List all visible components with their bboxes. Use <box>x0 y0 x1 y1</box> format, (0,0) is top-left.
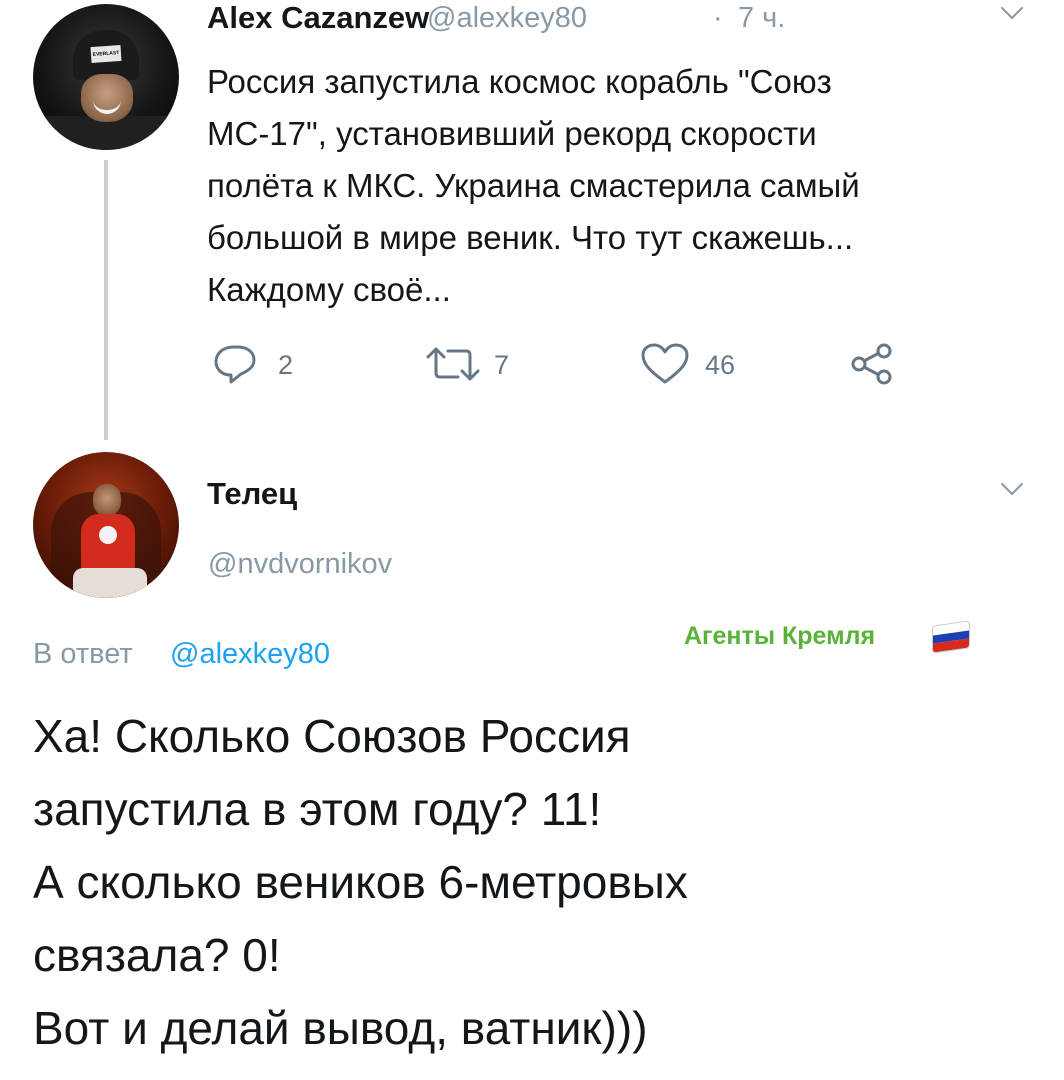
retweet-icon[interactable] <box>424 343 482 385</box>
tweet-text-line: большой в мире веник. Что тут скажешь... <box>207 219 854 256</box>
chevron-down-icon[interactable] <box>1000 0 1024 20</box>
thread-connector-line <box>104 160 108 440</box>
retweet-count: 7 <box>494 350 510 380</box>
reply-author-name[interactable]: Телец <box>207 476 297 512</box>
reply-author-avatar[interactable] <box>33 452 179 598</box>
avatar-shirt <box>81 514 135 574</box>
reply-to-label: В ответ <box>33 638 133 670</box>
like-count: 46 <box>705 350 736 380</box>
watermark-text: Агенты Кремля <box>684 622 876 650</box>
tweet-text-line: Каждому своё... <box>207 271 451 308</box>
reply-text-line: запустила в этом году? 11! <box>33 783 602 835</box>
reply-count: 2 <box>278 350 294 380</box>
author-name[interactable]: Alex Cazanzew <box>207 0 429 36</box>
author-handle[interactable]: @alexkey80 <box>427 2 587 35</box>
reply-text-line: Вот и делай вывод, ватник))) <box>33 1002 648 1054</box>
tweet-timestamp[interactable]: 7 ч. <box>738 2 785 35</box>
reply-text-line: А сколько веников 6-метровых <box>33 856 688 908</box>
share-icon[interactable] <box>850 342 894 386</box>
avatar-legs <box>73 568 147 598</box>
reply-text: Ха! Сколько Союзов Россия запустила в эт… <box>33 700 1043 1065</box>
tweet-text: Россия запустила космос корабль "Союз МС… <box>207 56 1037 316</box>
reply-author-handle[interactable]: @nvdvornikov <box>208 548 392 581</box>
reply-icon[interactable] <box>212 343 260 385</box>
russian-flag-icon <box>933 621 969 653</box>
reply-text-line: связала? 0! <box>33 929 281 981</box>
tweet-text-line: полёта к МКС. Украина смастерила самый <box>207 167 860 204</box>
avatar-face <box>81 74 133 122</box>
avatar-shirt-emblem <box>99 526 117 544</box>
avatar-hat-logo: EVERLAST <box>90 44 122 64</box>
like-icon[interactable] <box>640 342 690 386</box>
author-avatar[interactable]: EVERLAST <box>33 4 179 150</box>
tweet-text-line: Россия запустила космос корабль "Союз <box>207 63 832 100</box>
chevron-down-icon[interactable] <box>1000 472 1024 496</box>
avatar-head <box>93 484 121 516</box>
reply-to-handle-link[interactable]: @alexkey80 <box>170 638 330 671</box>
reply-text-line: Ха! Сколько Союзов Россия <box>33 710 631 762</box>
tweet-text-line: МС-17", установивший рекорд скорости <box>207 115 817 152</box>
meta-separator: · <box>713 2 723 34</box>
